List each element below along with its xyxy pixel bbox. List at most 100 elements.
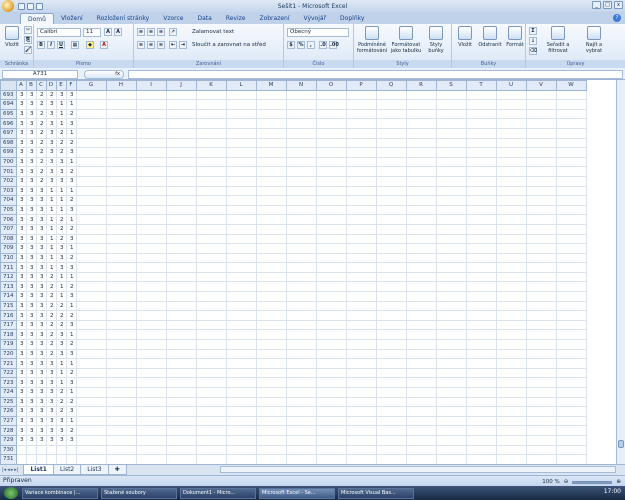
cell[interactable] xyxy=(195,291,227,302)
cell[interactable] xyxy=(195,233,227,245)
cell[interactable]: 3 xyxy=(35,223,47,235)
cell[interactable] xyxy=(375,444,407,456)
cell[interactable] xyxy=(225,406,257,417)
cell[interactable] xyxy=(435,89,467,101)
grow-font-icon[interactable]: A xyxy=(104,28,112,36)
cell[interactable]: 3 xyxy=(15,358,27,369)
cell[interactable] xyxy=(345,406,377,417)
cell[interactable] xyxy=(75,108,107,120)
cell[interactable] xyxy=(165,434,197,446)
cell[interactable] xyxy=(225,118,257,129)
cell[interactable]: 1 xyxy=(45,185,57,197)
cell[interactable] xyxy=(105,262,137,273)
cell[interactable]: 3 xyxy=(15,185,27,197)
cell[interactable]: 2 xyxy=(35,147,47,158)
cell[interactable]: 3 xyxy=(55,329,67,341)
cell[interactable]: 3 xyxy=(25,137,37,149)
cell[interactable]: 3 xyxy=(15,99,27,110)
cell[interactable] xyxy=(435,252,467,264)
cell[interactable] xyxy=(225,329,257,341)
sort-filter-button[interactable]: Seřadit a filtrovat xyxy=(540,26,576,54)
cell[interactable] xyxy=(405,166,437,177)
cell[interactable] xyxy=(165,252,197,264)
cell[interactable] xyxy=(555,252,587,264)
cell[interactable]: 2 xyxy=(45,310,57,321)
cell[interactable] xyxy=(135,367,167,379)
cell[interactable] xyxy=(225,425,257,436)
paste-button[interactable]: Vložit xyxy=(2,26,22,48)
cell[interactable] xyxy=(555,425,587,436)
cell[interactable] xyxy=(105,454,137,464)
cell[interactable]: 3 xyxy=(25,89,37,101)
cell[interactable] xyxy=(315,358,347,369)
cell[interactable] xyxy=(555,339,587,350)
cell[interactable] xyxy=(345,195,377,206)
cell[interactable] xyxy=(495,434,527,446)
cell[interactable] xyxy=(435,262,467,273)
cell[interactable] xyxy=(375,339,407,350)
cell[interactable]: 3 xyxy=(55,425,67,436)
cell[interactable]: 2 xyxy=(45,329,57,341)
font-name-select[interactable]: Calibri xyxy=(37,28,81,37)
column-header[interactable]: R xyxy=(405,80,437,91)
cell[interactable] xyxy=(435,415,467,427)
cell[interactable] xyxy=(495,358,527,369)
cell[interactable]: 3 xyxy=(45,166,57,177)
cell[interactable] xyxy=(375,434,407,446)
cell[interactable] xyxy=(255,367,287,379)
cell[interactable] xyxy=(495,243,527,254)
cell[interactable] xyxy=(285,425,317,436)
cell[interactable] xyxy=(375,262,407,273)
cell[interactable] xyxy=(35,444,47,456)
cell[interactable] xyxy=(525,271,557,283)
cell[interactable] xyxy=(105,233,137,245)
cell[interactable]: 2 xyxy=(55,214,67,225)
cell[interactable] xyxy=(75,166,107,177)
cell[interactable]: 2 xyxy=(65,195,77,206)
cell[interactable] xyxy=(15,454,27,464)
cell[interactable] xyxy=(405,454,437,464)
cell[interactable] xyxy=(525,108,557,120)
cell[interactable]: 3 xyxy=(45,147,57,158)
cell[interactable] xyxy=(435,185,467,197)
cell[interactable] xyxy=(255,204,287,216)
row-header[interactable]: 718 xyxy=(0,329,17,341)
cell[interactable] xyxy=(105,214,137,225)
cell[interactable] xyxy=(195,300,227,312)
cell[interactable] xyxy=(105,348,137,360)
cell[interactable] xyxy=(255,454,287,464)
cell[interactable]: 3 xyxy=(35,348,47,360)
cell[interactable] xyxy=(405,348,437,360)
cell[interactable]: 3 xyxy=(55,348,67,360)
cell[interactable] xyxy=(435,137,467,149)
cell[interactable] xyxy=(195,339,227,350)
cell[interactable] xyxy=(345,281,377,293)
cell[interactable] xyxy=(165,127,197,139)
cell[interactable] xyxy=(525,233,557,245)
cell[interactable] xyxy=(495,406,527,417)
cell[interactable] xyxy=(285,434,317,446)
cell[interactable] xyxy=(525,223,557,235)
cell[interactable] xyxy=(525,262,557,273)
cell[interactable] xyxy=(495,367,527,379)
cell[interactable] xyxy=(285,454,317,464)
cell[interactable] xyxy=(495,281,527,293)
cell[interactable] xyxy=(195,185,227,197)
cell[interactable] xyxy=(495,339,527,350)
ribbon-tab[interactable]: Domů xyxy=(20,13,54,24)
vertical-scroll-thumb[interactable] xyxy=(618,440,624,448)
cell[interactable] xyxy=(405,195,437,206)
row-header[interactable]: 715 xyxy=(0,300,17,312)
cell[interactable] xyxy=(165,444,197,456)
cell[interactable] xyxy=(435,166,467,177)
cell[interactable] xyxy=(315,147,347,158)
column-header[interactable]: E xyxy=(55,80,67,91)
cell[interactable] xyxy=(315,195,347,206)
ribbon-tab[interactable]: Revize xyxy=(219,13,253,24)
cell[interactable] xyxy=(75,156,107,168)
cell[interactable] xyxy=(555,137,587,149)
cell[interactable] xyxy=(405,147,437,158)
cell[interactable]: 1 xyxy=(55,204,67,216)
cell[interactable]: 3 xyxy=(35,214,47,225)
cell[interactable] xyxy=(105,444,137,456)
